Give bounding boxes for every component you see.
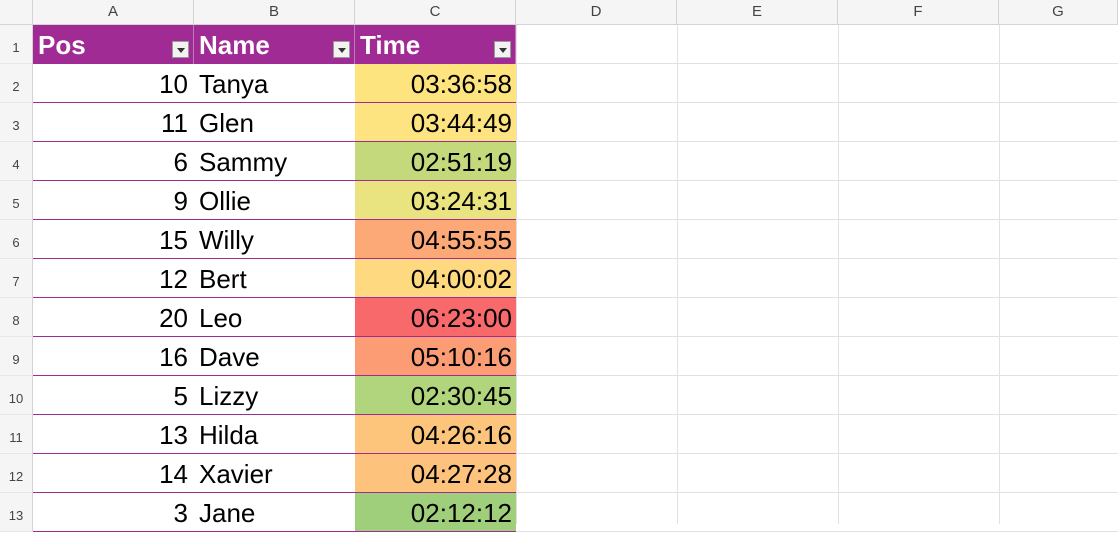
table-cell-pos[interactable]: 3 bbox=[33, 493, 194, 532]
table-cell-pos[interactable]: 13 bbox=[33, 415, 194, 454]
gridline-vertical bbox=[999, 25, 1000, 524]
table-cell-time[interactable]: 02:51:19 bbox=[355, 142, 516, 181]
table-cell-time[interactable]: 04:26:16 bbox=[355, 415, 516, 454]
table-cell-pos[interactable]: 5 bbox=[33, 376, 194, 415]
row-header-13[interactable]: 13 bbox=[0, 493, 33, 532]
table-cell-time[interactable]: 06:23:00 bbox=[355, 298, 516, 337]
table-cell-name[interactable]: Leo bbox=[194, 298, 355, 337]
table-cell-time[interactable]: 02:12:12 bbox=[355, 493, 516, 532]
table-cell-pos[interactable]: 15 bbox=[33, 220, 194, 259]
table-cell-pos[interactable]: 9 bbox=[33, 181, 194, 220]
filter-dropdown-icon[interactable] bbox=[172, 41, 189, 58]
row-header-2[interactable]: 2 bbox=[0, 64, 33, 103]
table-cell-name[interactable]: Bert bbox=[194, 259, 355, 298]
select-all-corner[interactable] bbox=[0, 0, 33, 24]
row-header-6[interactable]: 6 bbox=[0, 220, 33, 259]
gridline-vertical bbox=[516, 25, 517, 524]
table-cell-name[interactable]: Dave bbox=[194, 337, 355, 376]
filter-dropdown-icon[interactable] bbox=[494, 41, 511, 58]
table-cell-name[interactable]: Sammy bbox=[194, 142, 355, 181]
table-cell-pos[interactable]: 10 bbox=[33, 64, 194, 103]
table-cell-pos[interactable]: 12 bbox=[33, 259, 194, 298]
table-cell-time[interactable]: 02:30:45 bbox=[355, 376, 516, 415]
column-header-b[interactable]: B bbox=[194, 0, 355, 24]
row-header-9[interactable]: 9 bbox=[0, 337, 33, 376]
table-cell-name[interactable]: Jane bbox=[194, 493, 355, 532]
table-cell-time[interactable]: 03:44:49 bbox=[355, 103, 516, 142]
table-header-pos[interactable]: Pos bbox=[33, 25, 194, 64]
table-cell-pos[interactable]: 14 bbox=[33, 454, 194, 493]
table-cell-name[interactable]: Tanya bbox=[194, 64, 355, 103]
table-header-time[interactable]: Time bbox=[355, 25, 516, 64]
table-cell-pos[interactable]: 11 bbox=[33, 103, 194, 142]
table-cell-time[interactable]: 04:00:02 bbox=[355, 259, 516, 298]
table-header-name[interactable]: Name bbox=[194, 25, 355, 64]
column-header-f[interactable]: F bbox=[838, 0, 999, 24]
table-cell-time[interactable]: 04:55:55 bbox=[355, 220, 516, 259]
row-header-8[interactable]: 8 bbox=[0, 298, 33, 337]
table-cell-time[interactable]: 05:10:16 bbox=[355, 337, 516, 376]
spreadsheet-grid[interactable]: A B C D E F G 1 2 3 4 5 6 7 8 9 10 11 12 13 Pos Name Time 10 Tan… bbox=[0, 0, 1118, 532]
table-cell-time[interactable]: 03:36:58 bbox=[355, 64, 516, 103]
table-cell-name[interactable]: Hilda bbox=[194, 415, 355, 454]
column-header-g[interactable]: G bbox=[999, 0, 1118, 24]
table-header-time-label: Time bbox=[360, 30, 421, 60]
row-header-4[interactable]: 4 bbox=[0, 142, 33, 181]
table-cell-name[interactable]: Xavier bbox=[194, 454, 355, 493]
gridline-vertical bbox=[677, 25, 678, 524]
table-cell-pos[interactable]: 6 bbox=[33, 142, 194, 181]
table-cell-name[interactable]: Lizzy bbox=[194, 376, 355, 415]
row-header-3[interactable]: 3 bbox=[0, 103, 33, 142]
table-header-pos-label: Pos bbox=[38, 30, 86, 60]
table-cell-name[interactable]: Ollie bbox=[194, 181, 355, 220]
table-cell-pos[interactable]: 16 bbox=[33, 337, 194, 376]
column-header-e[interactable]: E bbox=[677, 0, 838, 24]
table-cell-time[interactable]: 04:27:28 bbox=[355, 454, 516, 493]
column-header-d[interactable]: D bbox=[516, 0, 677, 24]
row-header-1[interactable]: 1 bbox=[0, 25, 33, 64]
table-cell-pos[interactable]: 20 bbox=[33, 298, 194, 337]
row-header-12[interactable]: 12 bbox=[0, 454, 33, 493]
table-cell-name[interactable]: Willy bbox=[194, 220, 355, 259]
table-cell-name[interactable]: Glen bbox=[194, 103, 355, 142]
row-header-7[interactable]: 7 bbox=[0, 259, 33, 298]
column-header-c[interactable]: C bbox=[355, 0, 516, 24]
gridline-vertical bbox=[838, 25, 839, 524]
row-header-10[interactable]: 10 bbox=[0, 376, 33, 415]
filter-dropdown-icon[interactable] bbox=[333, 41, 350, 58]
table-header-name-label: Name bbox=[199, 30, 270, 60]
table-cell-time[interactable]: 03:24:31 bbox=[355, 181, 516, 220]
column-header-a[interactable]: A bbox=[33, 0, 194, 24]
row-header-5[interactable]: 5 bbox=[0, 181, 33, 220]
row-header-11[interactable]: 11 bbox=[0, 415, 33, 454]
